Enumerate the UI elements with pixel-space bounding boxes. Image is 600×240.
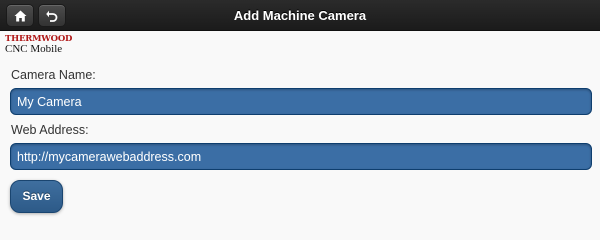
camera-name-input[interactable]	[10, 88, 592, 115]
camera-name-label: Camera Name:	[11, 68, 96, 82]
save-button[interactable]: Save	[10, 180, 63, 213]
web-address-label: Web Address:	[11, 123, 89, 137]
thermwood-logo: THERMWOOD CNC Mobile	[5, 35, 85, 55]
page-title: Add Machine Camera	[233, 8, 367, 23]
header-bar: Add Machine Camera	[0, 0, 600, 31]
logo-product-text: CNC Mobile	[5, 42, 63, 55]
web-address-input[interactable]	[10, 143, 592, 170]
